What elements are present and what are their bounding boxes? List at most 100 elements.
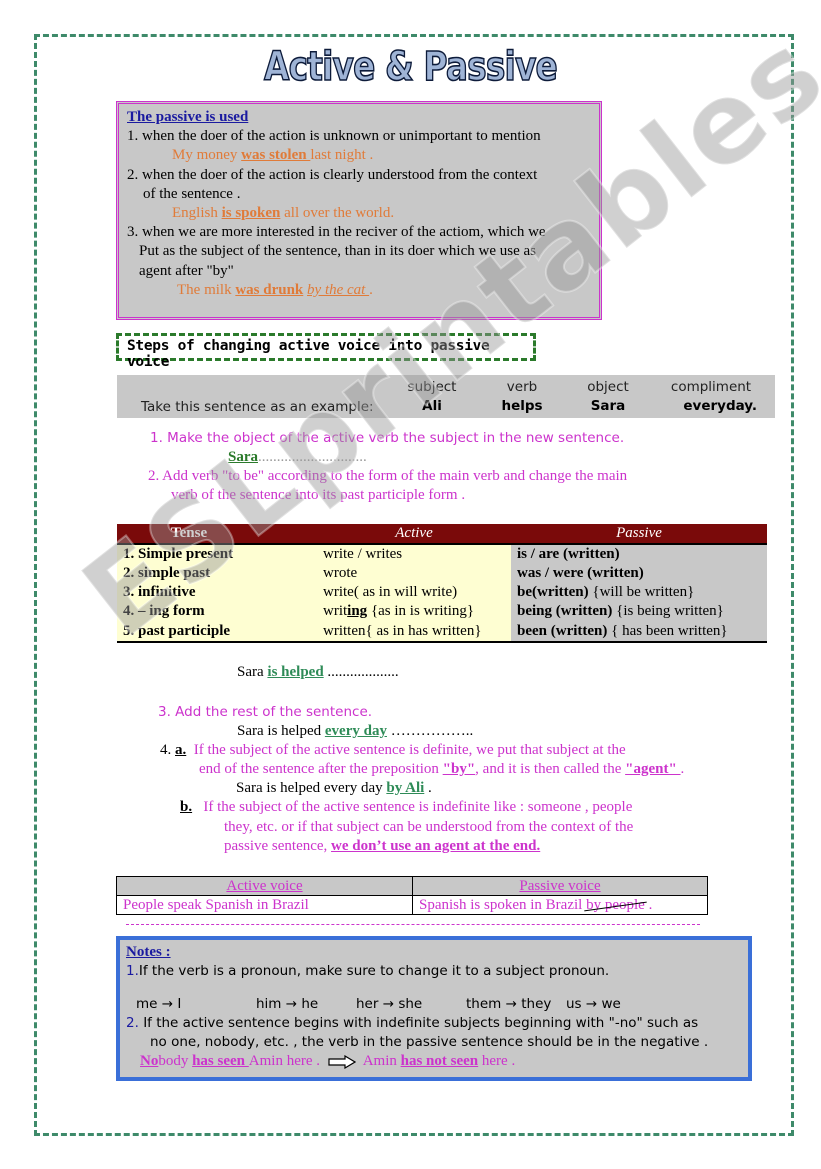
- object-pronoun: me: [136, 996, 158, 1012]
- usage-item-1: 1. when the doer of the action is unknow…: [127, 128, 541, 145]
- passive-form: being (written) {is being written}: [511, 602, 767, 622]
- note-2-line-2: no one, nobody, etc. , the verb in the p…: [150, 1034, 709, 1050]
- struck-agent: by people: [586, 896, 645, 913]
- tense-name: 3. infinitive: [117, 583, 317, 603]
- object-pronoun: them: [466, 996, 502, 1012]
- object-pronoun: him: [256, 996, 282, 1012]
- tense-row: 1. Simple present write / writes is / are …: [117, 544, 767, 564]
- usage-example-3: The milk was drunk by the cat .: [127, 281, 591, 300]
- object-pronoun: her: [356, 996, 379, 1012]
- step-text: If the subject of the active sentence is…: [193, 742, 626, 758]
- example-text: My money: [172, 147, 242, 164]
- column-header: subject: [407, 379, 457, 395]
- step-4a-line-2: end of the sentence after the prepositio…: [199, 760, 684, 779]
- passive-form: been (written) { has been written}: [511, 621, 767, 643]
- usage-item-3-cont: Put as the subject of the sentence, than…: [139, 243, 536, 260]
- example-verb: was stolen: [241, 147, 311, 164]
- example-label: Take this sentence as an example:: [141, 399, 374, 415]
- note-number: 1.: [126, 963, 139, 979]
- example-col-compliment: compliment everyday.: [665, 379, 757, 414]
- keyword-agent: "agent": [625, 761, 681, 777]
- column-header: verb: [506, 379, 538, 395]
- passive-text: is / are (written): [517, 546, 620, 562]
- example-text: Spanish is spoken in Brazil: [419, 896, 587, 913]
- subject-pronoun: she: [398, 996, 423, 1012]
- example-text: body: [158, 1053, 193, 1069]
- usage-item-3-cont2: agent after "by": [139, 262, 234, 279]
- step-text: If the subject of the active sentence is…: [203, 799, 633, 815]
- tense-name: 5. past participle: [117, 621, 317, 643]
- step-text: .: [680, 761, 685, 777]
- pronoun-pair: me → I: [136, 995, 256, 1014]
- example-verb: is spoken: [221, 205, 281, 222]
- pronoun-pair: her → she: [356, 995, 466, 1014]
- example-text: English: [172, 205, 222, 222]
- passive-example: Spanish is spoken in Brazil by people .: [412, 895, 708, 915]
- usage-heading: The passive is used: [127, 109, 249, 125]
- example-text: last night .: [310, 147, 374, 164]
- subject-pronoun: he: [301, 996, 319, 1012]
- note-number: 2.: [126, 1015, 139, 1031]
- step-text: passive sentence,: [224, 838, 332, 854]
- emphasis-text: we don’t use an agent at the end.: [331, 838, 541, 854]
- subject-pronoun: we: [601, 996, 621, 1012]
- passive-note: { has been written}: [607, 622, 728, 639]
- passive-text: been (written): [517, 622, 608, 639]
- active-form: written{ as in has written}: [317, 621, 511, 643]
- step-text: , and it is then called the: [475, 761, 626, 777]
- example-text: .: [424, 780, 432, 796]
- passive-form: is / are (written): [511, 544, 767, 564]
- active-form: write( as in will write): [317, 583, 511, 603]
- step-1: 1. Make the object of the active verb th…: [150, 430, 625, 446]
- passive-text: being (written): [517, 603, 613, 620]
- usage-item-2: 2. when the doer of the action is clearl…: [127, 166, 538, 183]
- sub-label: b.: [180, 799, 193, 815]
- active-text: write / writes: [323, 546, 403, 562]
- example-agent: by the cat: [307, 281, 370, 298]
- pronoun-list: me → Ihim → he her → she them → they us → w…: [126, 995, 742, 1014]
- blank-dots: ...................: [323, 664, 399, 680]
- example-text: Sara is helped: [237, 723, 325, 739]
- example-text: .: [369, 281, 373, 298]
- example-prefix: No: [140, 1053, 159, 1069]
- note-text: If the active sentence begins with indef…: [143, 1015, 699, 1031]
- sub-label: a.: [175, 742, 187, 758]
- tense-row: 4. – ing form writing {as in is writing} b…: [117, 602, 767, 622]
- tense-name: 4. – ing form: [117, 602, 317, 622]
- pronoun-pair: him → he: [256, 995, 356, 1014]
- example-col-object: object Sara: [573, 379, 643, 414]
- arrow-icon: →: [285, 996, 298, 1012]
- example-text: Sara is helped every day: [236, 780, 387, 796]
- active-text: writ: [323, 603, 348, 620]
- column-value: everyday.: [683, 398, 757, 414]
- active-text: wrote: [323, 565, 358, 582]
- usage-item-3: 3. when we are more interested in the re…: [127, 224, 546, 241]
- example-sentence-band: Take this sentence as an example: subjec…: [117, 375, 775, 418]
- note-2-line-1: 2. If the active sentence begins with in…: [126, 1014, 742, 1033]
- example-text: all over the world.: [280, 205, 395, 222]
- header-active-voice: Active voice: [116, 876, 413, 896]
- step-3: 3. Add the rest of the sentence.: [158, 704, 373, 720]
- passive-form: be(written) {will be written}: [511, 583, 767, 603]
- page-title: Active & Passive: [263, 43, 558, 91]
- step-4a-line-1: 4. a. If the subject of the active sente…: [160, 741, 626, 760]
- active-text: write( as in will write): [323, 584, 458, 601]
- example-subject: Sara: [228, 449, 258, 465]
- subject-pronoun: they: [521, 996, 552, 1012]
- passive-usage-box: The passive is used 1. when the doer of …: [116, 101, 602, 320]
- blank-dots: .............................: [258, 449, 367, 465]
- subject-pronoun: I: [177, 996, 182, 1012]
- object-pronoun: us: [566, 996, 582, 1012]
- right-arrow-icon: [328, 1054, 356, 1069]
- divider: [126, 924, 700, 925]
- blank-dots: ……………..: [386, 723, 474, 739]
- header-passive: Passive: [511, 524, 767, 545]
- example-text: Amin here .: [248, 1053, 321, 1069]
- arrow-icon: →: [505, 996, 517, 1012]
- tense-name: 1. Simple present: [117, 544, 317, 564]
- example-text: Sara: [237, 664, 268, 680]
- tense-row: 2. simple past wrote was / were (written): [117, 564, 767, 584]
- notes-heading: Notes :: [126, 944, 171, 960]
- example-verb: is helped: [267, 664, 324, 680]
- example-verb: has seen: [192, 1053, 249, 1069]
